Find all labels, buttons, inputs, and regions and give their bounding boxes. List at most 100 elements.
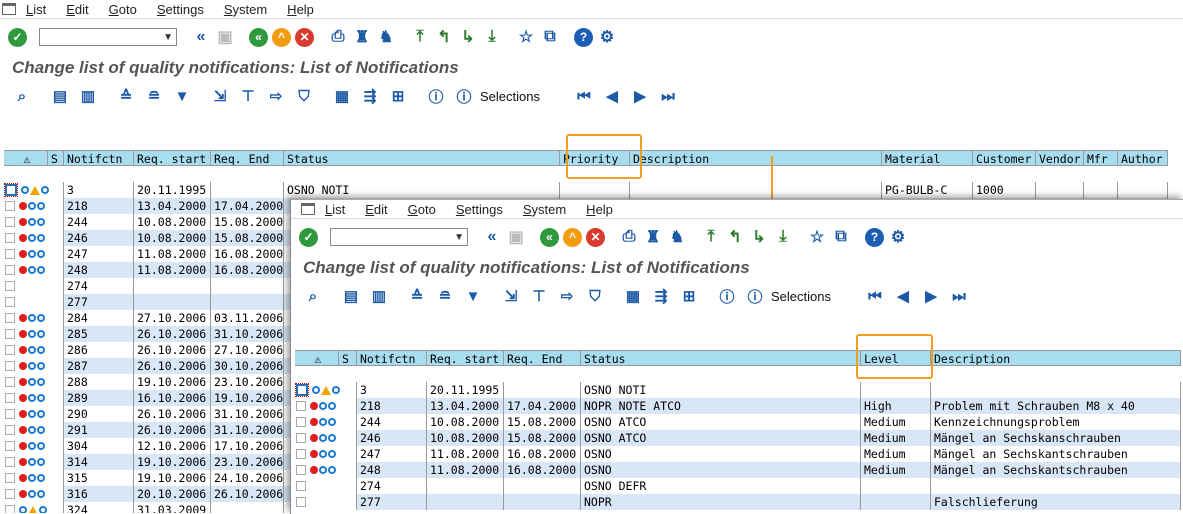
row-select-checkbox[interactable]	[5, 489, 15, 499]
column-header[interactable]: Req. start	[427, 350, 504, 366]
row-select-checkbox[interactable]	[5, 329, 15, 339]
menu-list[interactable]: List	[26, 2, 46, 17]
cancel-icon[interactable]: ✕	[295, 27, 314, 47]
menu-help[interactable]: Help	[287, 2, 314, 17]
save-layout-icon[interactable]: ⊞	[679, 286, 699, 306]
row-select-checkbox[interactable]	[296, 433, 306, 443]
help-icon[interactable]: ?	[574, 27, 593, 47]
row-select-checkbox[interactable]	[296, 449, 306, 459]
prev-page-icon[interactable]: ↰	[434, 27, 454, 47]
row-select-checkbox[interactable]	[5, 201, 15, 211]
find-icon[interactable]: ♜	[352, 27, 372, 47]
cancel-icon[interactable]: ✕	[586, 227, 605, 247]
prev-page-icon[interactable]: ↰	[725, 227, 745, 247]
settings-gear-icon[interactable]: ⚙	[597, 27, 617, 47]
save-layout-icon[interactable]: ⊞	[388, 86, 408, 106]
select-layout-icon[interactable]: ⇶	[360, 86, 380, 106]
row-select-checkbox[interactable]	[296, 417, 306, 427]
next-record-icon[interactable]: ▶	[921, 286, 941, 306]
last-record-icon[interactable]: ⏭	[949, 286, 969, 306]
command-field[interactable]: ▼	[39, 28, 177, 46]
prev-record-icon[interactable]: ◀	[893, 286, 913, 306]
menu-edit[interactable]: Edit	[66, 2, 88, 17]
row-select-checkbox[interactable]	[296, 465, 306, 475]
shortcut-icon[interactable]: ⧉	[831, 227, 851, 247]
menu-goto[interactable]: Goto	[408, 202, 436, 217]
system-menu-icon[interactable]	[2, 3, 16, 15]
create-session-icon[interactable]: ☆	[807, 227, 827, 247]
sort-asc-doc-icon[interactable]: ▤	[50, 86, 70, 106]
row-select-checkbox[interactable]	[5, 249, 15, 259]
settings-gear-icon[interactable]: ⚙	[888, 227, 908, 247]
help-icon[interactable]: ?	[865, 227, 884, 247]
last-page-icon[interactable]: ⤓	[482, 27, 502, 47]
double-left-icon[interactable]: «	[191, 27, 211, 47]
table-row[interactable]: 3 20.11.1995 OSNO NOTI PG-BULB-C 1000	[4, 182, 1168, 198]
find-next-icon[interactable]: ♞	[667, 227, 687, 247]
create-session-icon[interactable]: ☆	[516, 27, 536, 47]
column-header[interactable]: Vendor	[1036, 150, 1084, 166]
table-row[interactable]: 218 13.04.2000 17.04.2000 NOPR NOTE ATCO Hig…	[295, 398, 1181, 414]
sort-asc-doc-icon[interactable]: ▤	[341, 286, 361, 306]
export-icon[interactable]: ⇲	[210, 86, 230, 106]
selections-info-icon[interactable]: ⓘ	[745, 286, 765, 306]
sort-ascending-icon[interactable]: ≙	[407, 286, 427, 306]
column-header[interactable]: Mfr	[1084, 150, 1118, 166]
first-page-icon[interactable]: ⤒	[410, 27, 430, 47]
menu-list[interactable]: List	[325, 202, 345, 217]
last-record-icon[interactable]: ⏭	[658, 86, 678, 106]
last-page-icon[interactable]: ⤓	[773, 227, 793, 247]
table-row[interactable]: 247 11.08.2000 16.08.2000 OSNO Medium Mängel …	[295, 446, 1181, 462]
column-header[interactable]: S	[339, 350, 357, 366]
back-icon[interactable]: «	[540, 227, 559, 247]
word-processing-icon[interactable]: ⊤	[529, 286, 549, 306]
prev-record-icon[interactable]: ◀	[602, 86, 622, 106]
find-icon[interactable]: ♜	[643, 227, 663, 247]
row-select-checkbox[interactable]	[5, 297, 15, 307]
row-select-checkbox[interactable]	[295, 383, 309, 397]
abc-analysis-icon[interactable]: ⛉	[585, 286, 605, 306]
enter-check-icon[interactable]: ✓	[299, 227, 318, 247]
shortcut-icon[interactable]: ⧉	[540, 27, 560, 47]
change-layout-icon[interactable]: ▦	[332, 86, 352, 106]
info-icon[interactable]: ⓘ	[717, 286, 737, 306]
menu-settings[interactable]: Settings	[456, 202, 503, 217]
chevron-down-icon[interactable]: ▼	[163, 32, 173, 43]
column-header[interactable]: Req. End	[504, 350, 581, 366]
row-select-checkbox[interactable]	[5, 425, 15, 435]
command-field[interactable]: ▼	[330, 228, 468, 246]
sort-descending-icon[interactable]: ≘	[144, 86, 164, 106]
row-select-checkbox[interactable]	[5, 457, 15, 467]
display-icon[interactable]: ⌕	[12, 86, 32, 106]
table-row[interactable]: 3 20.11.1995 OSNO NOTI	[295, 382, 1181, 398]
sort-ascending-icon[interactable]: ≙	[116, 86, 136, 106]
row-select-checkbox[interactable]	[5, 505, 15, 513]
send-icon[interactable]: ⇨	[557, 286, 577, 306]
column-header[interactable]: Description	[931, 350, 1181, 366]
word-processing-icon[interactable]: ⊤	[238, 86, 258, 106]
print-icon[interactable]: ⎙	[619, 227, 639, 247]
selections-button[interactable]: Selections	[771, 289, 831, 304]
column-header[interactable]: Status	[581, 350, 861, 366]
sort-descending-icon[interactable]: ≘	[435, 286, 455, 306]
print-icon[interactable]: ⎙	[328, 27, 348, 47]
sort-desc-doc-icon[interactable]: ▥	[369, 286, 389, 306]
row-select-checkbox[interactable]	[5, 313, 15, 323]
menu-settings[interactable]: Settings	[157, 2, 204, 17]
menu-system[interactable]: System	[224, 2, 267, 17]
row-select-checkbox[interactable]	[5, 345, 15, 355]
row-select-checkbox[interactable]	[5, 281, 15, 291]
row-select-checkbox[interactable]	[5, 473, 15, 483]
double-left-icon[interactable]: «	[482, 227, 502, 247]
row-select-checkbox[interactable]	[4, 183, 18, 197]
row-select-checkbox[interactable]	[5, 441, 15, 451]
menu-goto[interactable]: Goto	[109, 2, 137, 17]
exit-icon[interactable]: ^	[563, 227, 582, 247]
row-select-checkbox[interactable]	[5, 233, 15, 243]
column-header[interactable]: Material	[882, 150, 973, 166]
row-select-checkbox[interactable]	[5, 217, 15, 227]
table-row[interactable]: 277 NOPR Falschlieferung	[295, 494, 1181, 510]
change-layout-icon[interactable]: ▦	[623, 286, 643, 306]
row-select-checkbox[interactable]	[296, 401, 306, 411]
enter-check-icon[interactable]: ✓	[8, 27, 27, 47]
